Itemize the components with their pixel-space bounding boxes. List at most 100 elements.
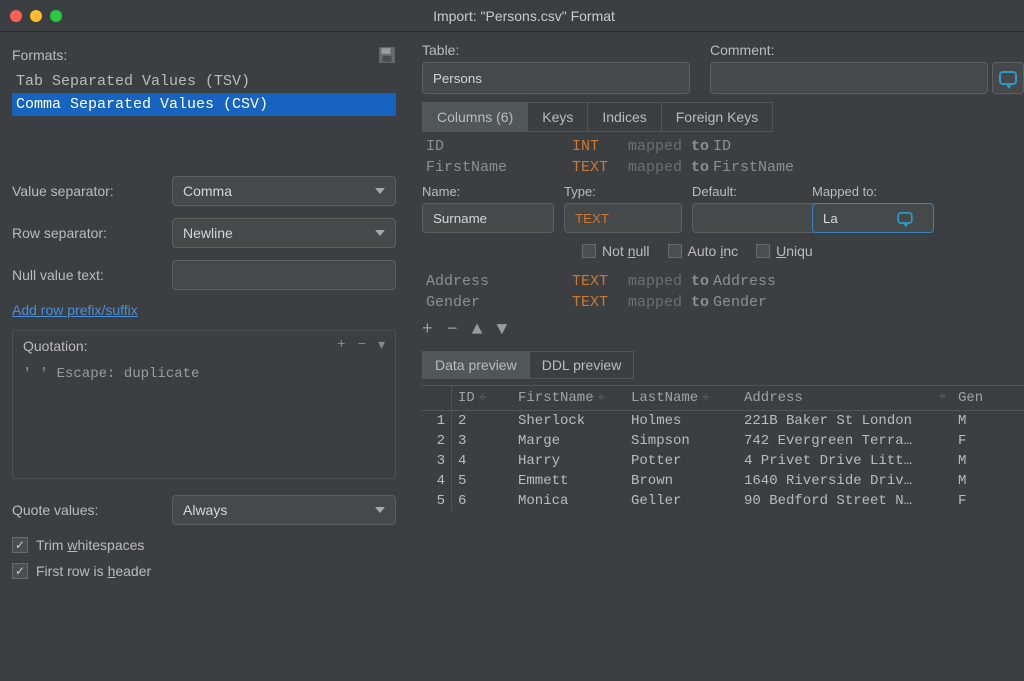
- cell-address: 1640 Riverside Driv…: [738, 471, 952, 491]
- col-header-gender[interactable]: Gen: [952, 386, 1002, 410]
- quote-values-value: Always: [183, 502, 227, 518]
- checkbox-icon: [668, 244, 682, 258]
- balloon-icon: [999, 71, 1017, 85]
- window-title: Import: "Persons.csv" Format: [74, 8, 974, 24]
- tab-data-preview[interactable]: Data preview: [422, 351, 530, 379]
- cell-gender: M: [952, 471, 1002, 491]
- quote-values-label: Quote values:: [12, 502, 172, 518]
- tab-keys[interactable]: Keys: [528, 102, 588, 132]
- tab-columns[interactable]: Columns (6): [422, 102, 528, 132]
- quotation-menu-icon[interactable]: ▾: [378, 337, 385, 354]
- cell-gender: F: [952, 431, 1002, 451]
- schema-tabs: Columns (6) Keys Indices Foreign Keys: [422, 102, 1024, 132]
- col-mapped-input[interactable]: [812, 203, 934, 233]
- row-number-header: [422, 386, 452, 410]
- cell-firstname: Emmett: [512, 471, 625, 491]
- preview-tabs: Data preview DDL preview: [422, 351, 1024, 379]
- first-row-header-checkbox[interactable]: First row is header: [12, 563, 396, 579]
- expand-comment-button[interactable]: [992, 62, 1024, 94]
- table-row[interactable]: 23MargeSimpson742 Evergreen Terra…F: [422, 431, 1024, 451]
- col-default-label: Default:: [692, 184, 802, 199]
- formats-list[interactable]: Tab Separated Values (TSV) Comma Separat…: [12, 70, 396, 116]
- table-label: Table:: [422, 42, 690, 58]
- trim-whitespace-checkbox[interactable]: Trim whitespaces: [12, 537, 396, 553]
- checkbox-icon: [12, 537, 28, 553]
- column-row-firstname[interactable]: FirstName TEXT mapped toFirstName: [422, 157, 1024, 178]
- quotation-add-icon[interactable]: +: [337, 337, 345, 354]
- cell-id: 6: [452, 491, 512, 511]
- value-separator-label: Value separator:: [12, 183, 172, 199]
- cell-address: 221B Baker St London: [738, 411, 952, 431]
- col-header-firstname[interactable]: FirstName÷: [512, 386, 625, 410]
- not-null-checkbox[interactable]: Not null: [582, 243, 650, 259]
- cell-id: 2: [452, 411, 512, 431]
- tab-ddl-preview[interactable]: DDL preview: [530, 351, 635, 379]
- col-header-id[interactable]: ID÷: [452, 386, 512, 410]
- table-row[interactable]: 45EmmettBrown1640 Riverside Driv…M: [422, 471, 1024, 491]
- minimize-window-button[interactable]: [30, 10, 42, 22]
- cell-lastname: Simpson: [625, 431, 738, 451]
- comment-input[interactable]: [710, 62, 988, 94]
- format-item-csv[interactable]: Comma Separated Values (CSV): [12, 93, 396, 116]
- cell-firstname: Harry: [512, 451, 625, 471]
- column-row-id[interactable]: ID INT mapped toID: [422, 136, 1024, 157]
- quote-values-combo[interactable]: Always: [172, 495, 396, 525]
- value-separator-value: Comma: [183, 183, 232, 199]
- checkbox-icon: [756, 244, 770, 258]
- chevron-down-icon: [375, 507, 385, 513]
- col-header-address[interactable]: Address÷: [738, 386, 952, 410]
- cell-id: 4: [452, 451, 512, 471]
- cell-firstname: Sherlock: [512, 411, 625, 431]
- col-name-input[interactable]: [422, 203, 554, 233]
- row-number: 4: [422, 471, 452, 491]
- data-preview-table: ID÷ FirstName÷ LastName÷ Address÷ Gen 12…: [422, 385, 1024, 511]
- remove-column-button[interactable]: −: [447, 323, 458, 337]
- tab-foreign-keys[interactable]: Foreign Keys: [662, 102, 773, 132]
- titlebar: Import: "Persons.csv" Format: [0, 0, 1024, 32]
- chevron-down-icon: [375, 230, 385, 236]
- cell-lastname: Potter: [625, 451, 738, 471]
- col-header-lastname[interactable]: LastName÷: [625, 386, 738, 410]
- row-separator-label: Row separator:: [12, 225, 172, 241]
- cell-address: 90 Bedford Street N…: [738, 491, 952, 511]
- balloon-icon: [897, 212, 912, 224]
- move-up-button[interactable]: ▲: [472, 323, 483, 337]
- row-separator-combo[interactable]: Newline: [172, 218, 396, 248]
- move-down-button[interactable]: ▼: [496, 323, 507, 337]
- null-value-input[interactable]: [172, 260, 396, 290]
- quotation-panel: Quotation: + − ▾ ' ' Escape: duplicate: [12, 330, 396, 479]
- col-type-input[interactable]: [564, 203, 682, 233]
- tab-indices[interactable]: Indices: [588, 102, 661, 132]
- cell-address: 4 Privet Drive Litt…: [738, 451, 952, 471]
- unique-checkbox[interactable]: Uniqu: [756, 243, 813, 259]
- table-row[interactable]: 12SherlockHolmes221B Baker St LondonM: [422, 411, 1024, 431]
- cell-gender: M: [952, 451, 1002, 471]
- row-number: 1: [422, 411, 452, 431]
- col-mapped-label: Mapped to:: [812, 184, 934, 199]
- format-item-tsv[interactable]: Tab Separated Values (TSV): [12, 70, 396, 93]
- add-prefix-suffix-link[interactable]: Add row prefix/suffix: [12, 302, 138, 318]
- cell-lastname: Geller: [625, 491, 738, 511]
- cell-id: 5: [452, 471, 512, 491]
- table-row[interactable]: 34HarryPotter4 Privet Drive Litt…M: [422, 451, 1024, 471]
- save-format-icon[interactable]: [378, 46, 396, 64]
- table-row[interactable]: 56MonicaGeller90 Bedford Street N…F: [422, 491, 1024, 511]
- formats-label: Formats:: [12, 47, 67, 63]
- table-name-input[interactable]: [422, 62, 690, 94]
- row-number: 3: [422, 451, 452, 471]
- value-separator-combo[interactable]: Comma: [172, 176, 396, 206]
- maximize-window-button[interactable]: [50, 10, 62, 22]
- close-window-button[interactable]: [10, 10, 22, 22]
- quotation-label: Quotation:: [23, 338, 88, 354]
- row-number: 5: [422, 491, 452, 511]
- quotation-entry[interactable]: ' ' Escape: duplicate: [13, 360, 395, 388]
- cell-id: 3: [452, 431, 512, 451]
- quotation-remove-icon[interactable]: −: [358, 337, 366, 354]
- column-row-address[interactable]: Address TEXT mapped toAddress: [422, 271, 1024, 292]
- comment-label: Comment:: [710, 42, 1024, 58]
- auto-inc-checkbox[interactable]: Auto inc: [668, 243, 739, 259]
- column-row-gender[interactable]: Gender TEXT mapped toGender: [422, 292, 1024, 313]
- row-separator-value: Newline: [183, 225, 233, 241]
- cell-gender: F: [952, 491, 1002, 511]
- add-column-button[interactable]: +: [422, 323, 433, 337]
